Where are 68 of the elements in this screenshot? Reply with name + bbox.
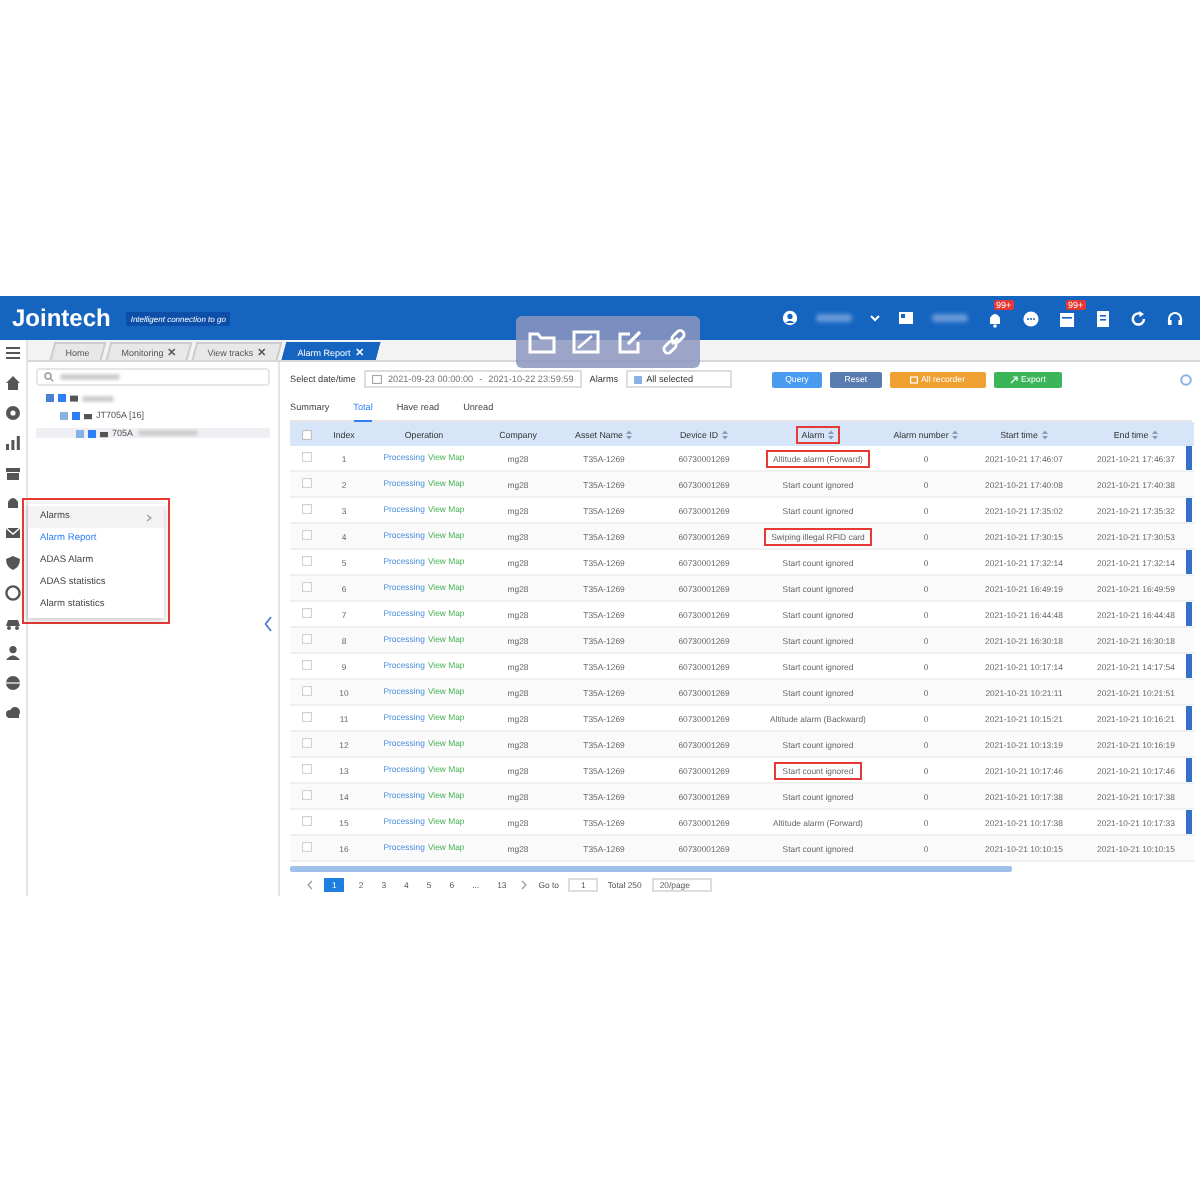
chart-icon[interactable]: [4, 434, 22, 452]
user-icon[interactable]: [782, 310, 798, 326]
checkbox-icon[interactable]: [301, 478, 311, 489]
checkbox-icon[interactable]: [301, 738, 311, 749]
cloud-icon[interactable]: [4, 704, 22, 722]
sort-icon[interactable]: [828, 429, 835, 440]
mail-icon[interactable]: [4, 524, 22, 542]
caret-icon[interactable]: [870, 314, 880, 322]
document-icon[interactable]: [1094, 309, 1112, 327]
checkbox-icon[interactable]: [301, 816, 311, 827]
shield-icon[interactable]: [4, 554, 22, 572]
next-icon[interactable]: [520, 879, 529, 890]
sort-icon[interactable]: [1152, 429, 1159, 440]
link-icon[interactable]: [660, 328, 688, 356]
sort-icon[interactable]: [952, 429, 959, 440]
store-icon[interactable]: [4, 464, 22, 482]
checkbox-icon[interactable]: [88, 429, 96, 437]
expand-icon[interactable]: [60, 411, 68, 419]
arrow-icon: [1009, 375, 1018, 384]
blurred-text: [60, 374, 120, 380]
scrollbar[interactable]: [290, 866, 1012, 873]
checkbox-icon[interactable]: [301, 764, 311, 775]
chevron-icon: [146, 513, 152, 521]
checkbox-icon[interactable]: [301, 686, 311, 697]
checkbox-icon[interactable]: [301, 582, 311, 593]
blurred-text: [82, 395, 114, 401]
calendar-icon[interactable]: [1058, 309, 1076, 327]
id-card-icon[interactable]: [898, 310, 914, 326]
prev-icon[interactable]: [306, 879, 314, 890]
calendar-icon: [371, 374, 382, 385]
close-icon[interactable]: [257, 348, 266, 356]
checkbox-icon[interactable]: [301, 634, 311, 645]
menu-icon[interactable]: [4, 344, 22, 362]
checkbox-icon[interactable]: [72, 411, 80, 419]
collapse-icon[interactable]: [264, 616, 272, 632]
blurred-text: [816, 314, 852, 322]
checkbox-icon[interactable]: [301, 842, 311, 853]
blurred-text: [137, 430, 198, 436]
square-icon: [909, 375, 918, 384]
person-icon[interactable]: [4, 644, 22, 662]
sort-icon[interactable]: [1041, 429, 1048, 440]
search-field[interactable]: [36, 368, 270, 386]
refresh-icon[interactable]: [1130, 309, 1148, 327]
search-icon: [44, 372, 54, 382]
close-icon[interactable]: [167, 348, 176, 356]
checkbox-icon[interactable]: [301, 712, 311, 723]
globe-icon[interactable]: [4, 674, 22, 692]
expand-icon[interactable]: [76, 429, 84, 437]
logo: Jointech: [12, 304, 111, 332]
checkbox-icon[interactable]: [301, 530, 311, 541]
checkbox-icon[interactable]: [301, 608, 311, 619]
home-icon[interactable]: [4, 374, 22, 392]
edit-icon[interactable]: [616, 328, 644, 356]
image-icon[interactable]: [572, 328, 600, 356]
headset-icon[interactable]: [1166, 309, 1184, 327]
checkbox-icon[interactable]: [301, 429, 311, 440]
blurred-text: [932, 314, 968, 322]
checkbox-icon: [634, 375, 643, 384]
checkbox-icon[interactable]: [301, 452, 311, 463]
checkbox-icon[interactable]: [301, 556, 311, 567]
checkbox-icon[interactable]: [301, 790, 311, 801]
chat-icon[interactable]: [1022, 309, 1040, 327]
sort-icon[interactable]: [626, 429, 633, 440]
checkbox-icon[interactable]: [301, 660, 311, 671]
checkbox-icon[interactable]: [301, 504, 311, 515]
checkbox-icon[interactable]: [58, 394, 66, 402]
settings-icon[interactable]: [1180, 373, 1192, 386]
sort-icon[interactable]: [722, 429, 729, 440]
